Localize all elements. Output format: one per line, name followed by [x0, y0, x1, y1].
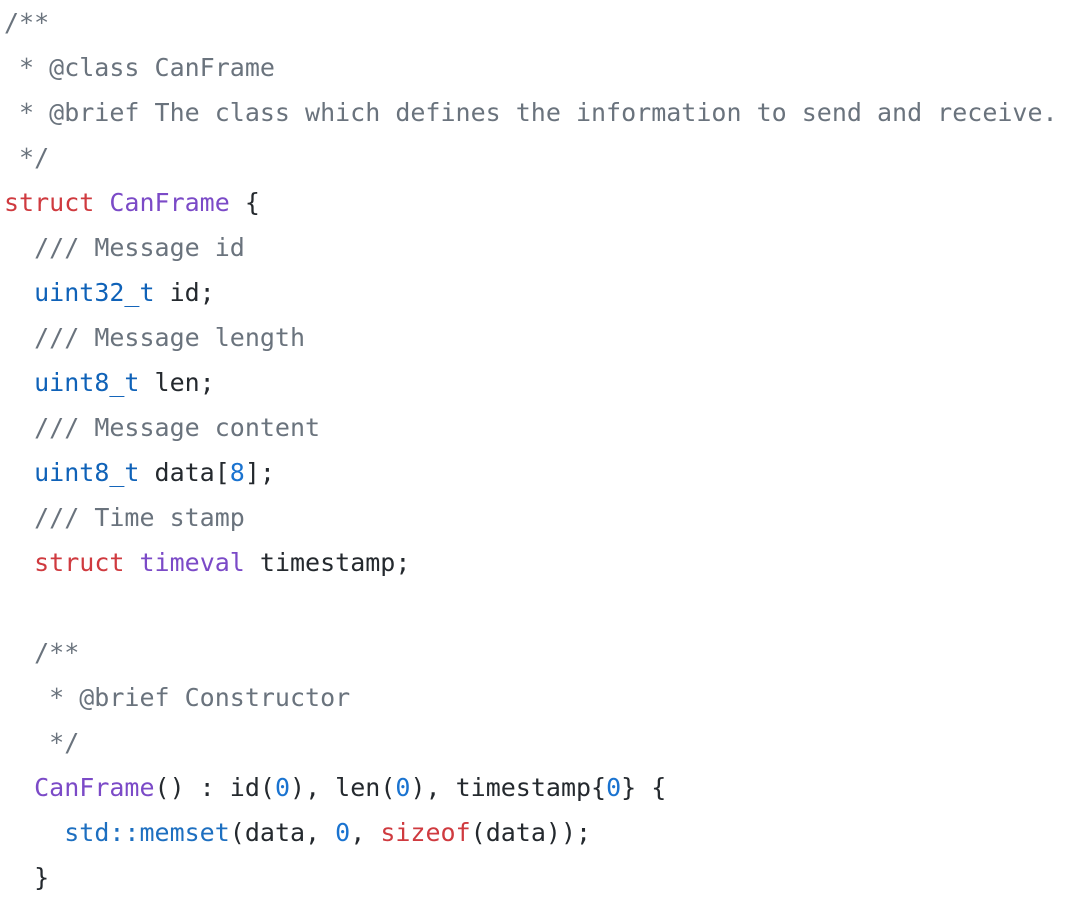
code-line[interactable]: CanFrame() : id(0), len(0), timestamp{0}…	[4, 765, 1077, 810]
code-token-plain: data[	[139, 458, 230, 487]
code-token-comment: * @brief Constructor	[49, 683, 351, 712]
code-token-comment: /// Time stamp	[34, 503, 245, 532]
code-token-plain: (data));	[470, 818, 592, 847]
code-token-builtin_type: uint8_t	[34, 368, 140, 397]
code-token-type: CanFrame	[109, 188, 230, 217]
code-token-plain: ];	[244, 458, 275, 487]
code-token-plain: } {	[621, 773, 667, 802]
code-line[interactable]: * @brief The class which defines the inf…	[4, 90, 1077, 135]
code-token-number: 0	[606, 773, 622, 802]
code-line[interactable]: /// Time stamp	[4, 495, 1077, 540]
code-token-plain: ), len(	[290, 773, 396, 802]
code-line[interactable]: std::memset(data, 0, sizeof(data));	[4, 810, 1077, 855]
code-token-number: 0	[274, 773, 291, 802]
code-token-comment: * @brief The class which defines the inf…	[4, 98, 1058, 127]
code-line[interactable]: * @class CanFrame	[4, 45, 1077, 90]
code-line[interactable]: struct CanFrame {	[4, 180, 1077, 225]
code-token-comment: * @class CanFrame	[4, 53, 275, 82]
code-token-plain: ), timestamp{	[410, 773, 607, 802]
code-token-comment: /// Message id	[34, 233, 245, 262]
code-token-comment: /**	[4, 8, 50, 37]
code-token-plain: ,	[350, 818, 381, 847]
code-editor-viewport[interactable]: /** * @class CanFrame * @brief The class…	[0, 0, 1077, 897]
code-token-plain: }	[4, 863, 50, 892]
code-token-type: timeval	[139, 548, 245, 577]
code-token-comment: /// Message content	[34, 413, 321, 442]
code-token-builtin_type: uint8_t	[34, 458, 140, 487]
code-token-number: 0	[395, 773, 411, 802]
code-token-plain: {	[229, 188, 260, 217]
code-line[interactable]: /**	[4, 0, 1077, 45]
code-token-plain: len;	[139, 368, 215, 397]
code-token-plain: () : id(	[154, 773, 275, 802]
code-token-builtin_type: uint32_t	[34, 278, 155, 307]
code-token-comment: /// Message length	[34, 323, 306, 352]
code-token-keyword: struct	[4, 188, 95, 217]
code-token-comment: */	[49, 728, 80, 757]
code-line[interactable]	[4, 585, 1077, 630]
code-token-function: std::memset	[64, 818, 230, 847]
code-token-keyword: struct	[34, 548, 125, 577]
code-token-type: CanFrame	[34, 773, 155, 802]
code-line[interactable]: /// Message id	[4, 225, 1077, 270]
code-token-number: 0	[335, 818, 351, 847]
code-token-plain: (data,	[229, 818, 336, 847]
code-line[interactable]: /**	[4, 630, 1077, 675]
code-line[interactable]: /// Message length	[4, 315, 1077, 360]
code-token-comment: */	[4, 143, 50, 172]
code-token-plain: id;	[154, 278, 215, 307]
code-line[interactable]: */	[4, 720, 1077, 765]
code-line[interactable]: }	[4, 855, 1077, 897]
code-line[interactable]: * @brief Constructor	[4, 675, 1077, 720]
code-block[interactable]: /** * @class CanFrame * @brief The class…	[4, 0, 1077, 897]
code-token-comment: /**	[34, 638, 80, 667]
code-line[interactable]: uint8_t data[8];	[4, 450, 1077, 495]
code-line[interactable]: struct timeval timestamp;	[4, 540, 1077, 585]
code-token-number: 8	[229, 458, 245, 487]
code-line[interactable]: uint32_t id;	[4, 270, 1077, 315]
code-line[interactable]: */	[4, 135, 1077, 180]
code-token-keyword: sizeof	[380, 818, 471, 847]
code-line[interactable]: uint8_t len;	[4, 360, 1077, 405]
code-token-plain: timestamp;	[244, 548, 411, 577]
code-line[interactable]: /// Message content	[4, 405, 1077, 450]
